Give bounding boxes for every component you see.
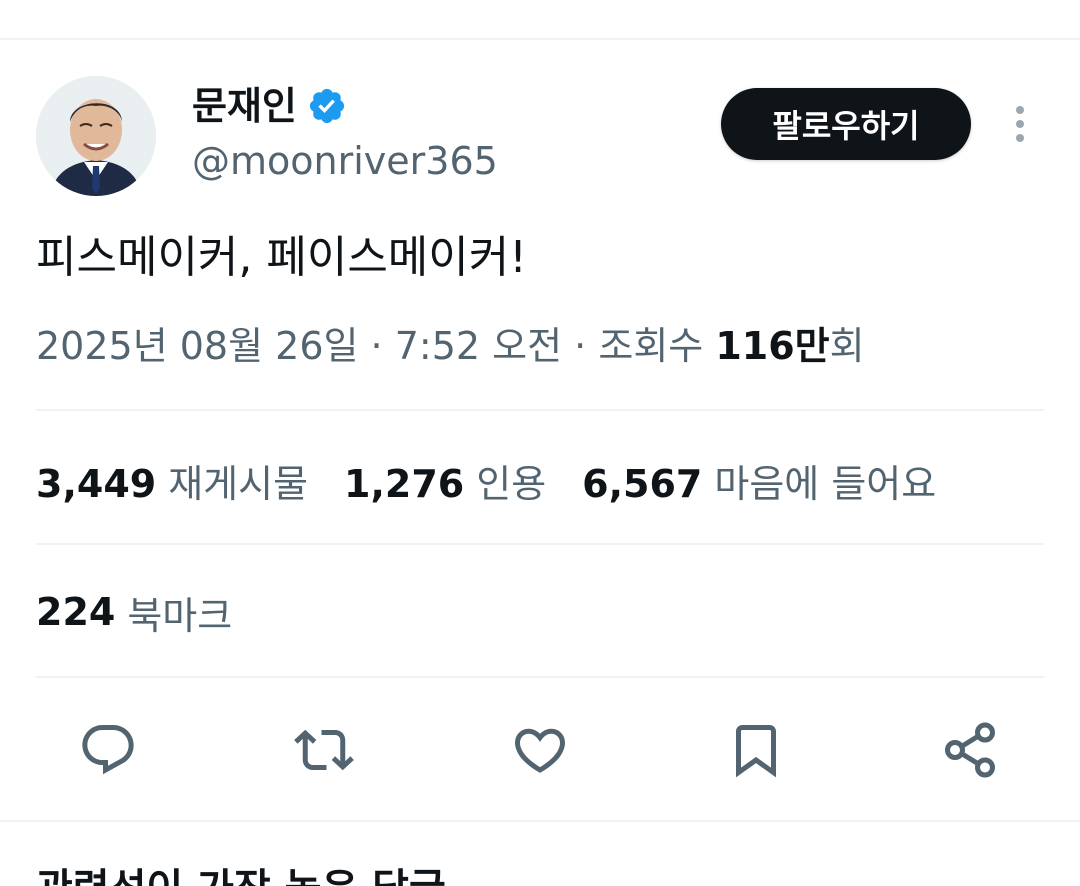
repost-icon [294,729,354,771]
engagement-stats: 3,449 재게시물 1,276 인용 6,567 마음에 들어요 [36,450,972,510]
likes-count: 6,567 [582,461,703,506]
divider [36,409,1044,411]
reposts-label: 재게시물 [168,461,309,506]
author-photo [36,76,156,196]
tweet-meta: 2025년 08월 26일 · 7:52 오전 · 조회수 116만회 [36,318,865,374]
tweet-detail-page: 문재인 @moonriver365 팔로우하기 피스메이커, 페이스메이커! 2… [0,0,1080,886]
action-bar [0,710,1080,790]
author-avatar[interactable] [36,76,156,196]
meta-separator: · [574,324,587,368]
likes-label: 마음에 들어요 [714,461,937,506]
repost-button[interactable] [288,710,360,790]
section-divider [0,820,1080,822]
likes-stat[interactable]: 6,567 마음에 들어요 [582,453,936,508]
bookmarks-label: 북마크 [127,593,233,638]
reposts-stat[interactable]: 3,449 재게시물 [36,453,308,508]
share-icon [945,722,995,778]
author-display-name[interactable]: 문재인 [192,80,347,132]
quotes-count: 1,276 [344,461,465,506]
display-name-text: 문재인 [192,84,297,128]
top-divider [0,38,1080,40]
bookmarks-count: 224 [36,590,116,634]
views-count: 116만 [715,324,830,368]
divider [36,543,1044,545]
bookmarks-stat[interactable]: 224 북마크 [36,582,232,642]
author-handle[interactable]: @moonriver365 [192,136,498,186]
tweet-date[interactable]: 2025년 08월 26일 [36,324,358,368]
views-suffix: 회 [829,324,865,368]
replies-section-heading[interactable]: 관련성이 가장 높은 답글 [36,862,446,886]
bookmark-icon [736,725,776,778]
meta-separator: · [370,324,383,368]
follow-button[interactable]: 팔로우하기 [721,88,971,160]
tweet-text: 피스메이커, 페이스메이커! [36,232,527,283]
views-label: 조회수 [598,324,704,368]
reply-icon [82,725,134,775]
reposts-count: 3,449 [36,461,157,506]
verified-badge-icon [309,88,344,124]
quotes-label: 인용 [476,461,547,506]
share-button[interactable] [934,710,1006,790]
like-icon [514,728,566,773]
divider [36,676,1044,678]
tweet-time[interactable]: 7:52 오전 [395,324,562,368]
bookmark-button[interactable] [720,710,792,790]
more-options-icon[interactable] [1004,104,1036,144]
quotes-stat[interactable]: 1,276 인용 [344,453,546,508]
like-button[interactable] [504,710,576,790]
reply-button[interactable] [72,710,144,790]
